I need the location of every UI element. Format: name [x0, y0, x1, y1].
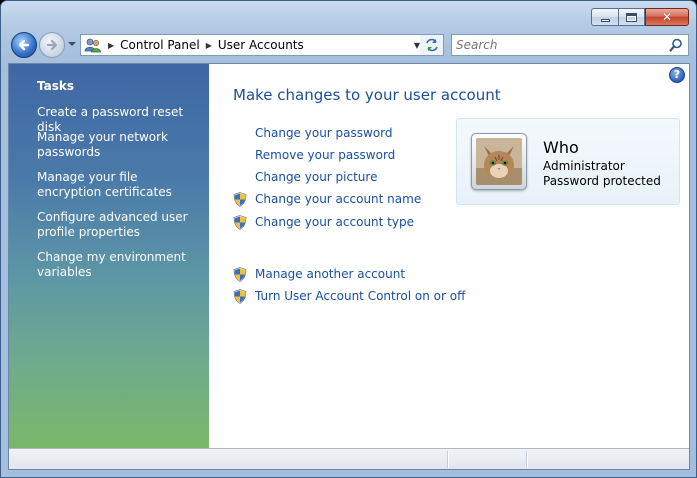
- link-manage-another-account[interactable]: Manage another account: [255, 267, 405, 281]
- arrow-right-icon: [46, 39, 58, 51]
- address-bar[interactable]: ▶ Control Panel ▶ User Accounts ▼: [80, 34, 443, 56]
- uac-shield-icon: [233, 289, 247, 304]
- content-area: Tasks Create a password reset disk Manag…: [8, 63, 690, 470]
- tasks-heading: Tasks: [37, 79, 75, 93]
- link-change-account-name[interactable]: Change your account name: [255, 192, 421, 206]
- breadcrumb-user-accounts[interactable]: User Accounts: [218, 38, 304, 52]
- breadcrumb-control-panel[interactable]: Control Panel: [120, 38, 200, 52]
- link-change-picture[interactable]: Change your picture: [255, 170, 377, 184]
- user-accounts-icon: [84, 38, 101, 53]
- kitten-avatar-icon: [476, 138, 522, 185]
- refresh-icon: [425, 38, 438, 52]
- maximize-button[interactable]: [618, 8, 645, 26]
- close-button[interactable]: ✕: [645, 8, 689, 26]
- account-card: Who Administrator Password protected: [456, 118, 680, 205]
- user-accounts-window: ✕ ▶ Control Panel ▶ User Accounts ▼ Sear…: [0, 0, 697, 478]
- search-box: [451, 34, 689, 56]
- uac-shield-icon: [233, 192, 247, 207]
- task-change-environment-variables[interactable]: Change my environment variables: [37, 250, 202, 280]
- forward-button[interactable]: [39, 32, 65, 58]
- task-configure-advanced-user-profile[interactable]: Configure advanced user profile properti…: [37, 210, 202, 240]
- main-panel: ? Make changes to your user account Chan…: [209, 64, 689, 448]
- search-icon[interactable]: [669, 38, 683, 52]
- account-name: Who: [543, 138, 579, 157]
- task-manage-file-encryption-certificates[interactable]: Manage your file encryption certificates: [37, 170, 202, 200]
- arrow-left-icon: [18, 39, 30, 51]
- back-button[interactable]: [11, 32, 37, 58]
- status-bar-divider: [526, 451, 527, 468]
- minimize-icon: [600, 18, 610, 22]
- breadcrumb-separator-icon: ▶: [205, 40, 212, 50]
- link-remove-password[interactable]: Remove your password: [255, 148, 395, 162]
- help-icon[interactable]: ?: [669, 67, 685, 83]
- caption-buttons: ✕: [591, 8, 689, 26]
- uac-shield-icon: [233, 267, 247, 282]
- recent-pages-dropdown-icon[interactable]: [67, 39, 77, 49]
- maximize-icon: [626, 12, 637, 22]
- link-turn-uac-on-off[interactable]: Turn User Account Control on or off: [255, 289, 465, 303]
- task-manage-network-passwords[interactable]: Manage your network passwords: [37, 130, 202, 160]
- status-bar: [9, 448, 689, 469]
- task-pane: Tasks Create a password reset disk Manag…: [9, 64, 209, 448]
- page-title: Make changes to your user account: [233, 86, 501, 104]
- link-change-password[interactable]: Change your password: [255, 126, 393, 140]
- minimize-button[interactable]: [591, 8, 618, 26]
- search-input[interactable]: [452, 36, 669, 54]
- account-type: Administrator: [543, 159, 625, 173]
- account-password-status: Password protected: [543, 174, 661, 188]
- uac-shield-icon: [233, 215, 247, 230]
- avatar[interactable]: [471, 133, 527, 190]
- status-bar-divider: [447, 451, 448, 468]
- breadcrumb-separator-icon: ▶: [108, 40, 115, 50]
- close-icon: ✕: [661, 10, 673, 24]
- refresh-button[interactable]: [420, 34, 444, 56]
- link-change-account-type[interactable]: Change your account type: [255, 215, 414, 229]
